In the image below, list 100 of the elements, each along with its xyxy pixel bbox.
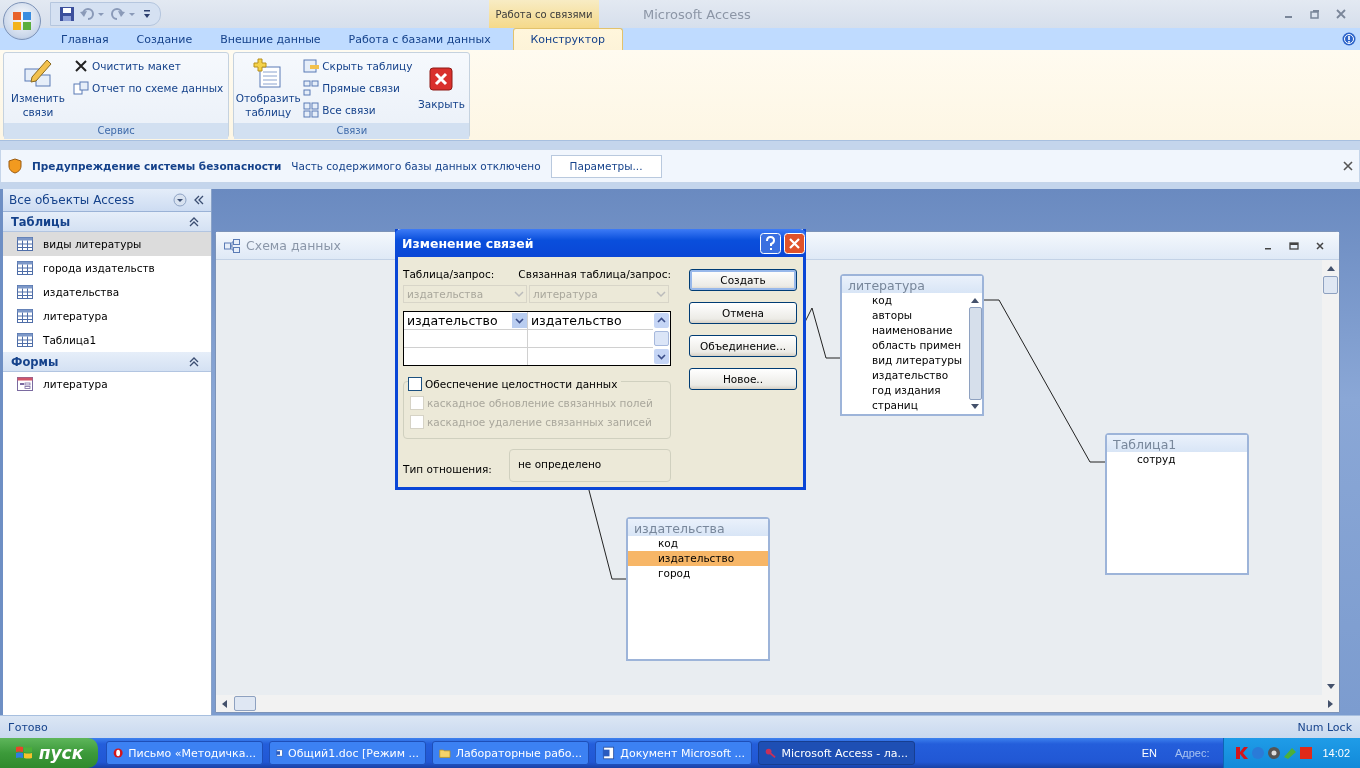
window-title: Схема данных	[246, 238, 341, 253]
field-item[interactable]: издательство	[842, 368, 968, 383]
ribbon-button[interactable]: Изменить связи	[7, 55, 69, 121]
shield-icon	[8, 158, 22, 174]
scroll-thumb[interactable]	[1323, 276, 1338, 294]
horizontal-scrollbar[interactable]	[216, 695, 1339, 712]
field-label: Таблица/запрос:	[403, 268, 496, 280]
ribbon-button[interactable]: Скрыть таблицу	[301, 55, 415, 77]
help-icon[interactable]	[1342, 32, 1356, 46]
table-title: Таблица1	[1107, 435, 1247, 452]
taskbar-button[interactable]: Лабораторные рабо...	[432, 741, 589, 765]
ribbon-tab[interactable]: Создание	[122, 28, 207, 50]
scrollbar[interactable]	[653, 312, 670, 365]
scroll-up-icon[interactable]	[970, 296, 980, 304]
close-icon[interactable]	[1315, 240, 1325, 251]
scroll-up-icon[interactable]	[654, 313, 669, 328]
dialog-button[interactable]: Объединение...	[689, 335, 797, 357]
options-button[interactable]: Параметры...	[550, 154, 662, 178]
collapse-icon[interactable]	[193, 194, 205, 206]
group-title: Связи	[234, 123, 470, 139]
field-item[interactable]: издательство	[628, 551, 768, 566]
nav-group-header[interactable]: Таблицы	[3, 212, 211, 232]
ribbon-button[interactable]: Очистить макет	[71, 55, 226, 77]
field-list[interactable]: издательства код издательство город	[626, 517, 770, 661]
customize-icon[interactable]	[142, 8, 152, 20]
field-item[interactable]: наименование	[842, 323, 968, 338]
field-item[interactable]: сотруд	[1107, 452, 1247, 467]
clear-icon	[73, 58, 89, 74]
maximize-icon[interactable]	[1289, 240, 1299, 251]
document-icon	[602, 745, 616, 761]
vertical-scrollbar[interactable]	[1322, 260, 1339, 695]
taskbar-button[interactable]: Microsoft Access - ла...	[758, 741, 915, 765]
window-title: Microsoft Access	[643, 6, 751, 22]
grid-cell[interactable]: издательство	[404, 312, 528, 329]
windows-logo	[14, 745, 33, 761]
dialog-button[interactable]: Новое..	[689, 368, 797, 390]
nav-group-header[interactable]: Формы	[3, 352, 211, 372]
scroll-thumb[interactable]	[654, 331, 669, 346]
ribbon-button[interactable]: Прямые связи	[301, 77, 415, 99]
ribbon-button[interactable]: Закрыть	[416, 55, 467, 113]
nav-item[interactable]: города издательств	[3, 256, 211, 280]
security-message: Часть содержимого базы данных отключено	[291, 160, 541, 172]
dialog-button[interactable]: Создать	[689, 269, 797, 291]
field-item[interactable]: авторы	[842, 308, 968, 323]
start-button[interactable]: пуск	[0, 738, 98, 768]
field-item[interactable]: вид литературы	[842, 353, 968, 368]
taskbar-button[interactable]: Общий1.doc [Режим ...	[269, 741, 426, 765]
nav-item[interactable]: издательства	[3, 280, 211, 304]
help-icon[interactable]	[760, 232, 781, 254]
relationships-icon	[224, 238, 240, 253]
ribbon-tab[interactable]: Работа с базами данных	[334, 28, 505, 50]
scroll-left-icon[interactable]	[220, 698, 228, 709]
table-icon	[17, 261, 33, 275]
nav-item[interactable]: Таблица1	[3, 328, 211, 352]
dropdown-icon[interactable]	[173, 193, 187, 207]
ribbon-button[interactable]: Отобразить таблицу	[237, 55, 300, 121]
num-lock-indicator: Num Lock	[1297, 720, 1352, 734]
dialog-title: Изменение связей	[401, 235, 534, 251]
field-item[interactable]: страниц	[842, 398, 968, 413]
relation-type-box: не определено	[509, 449, 671, 482]
field-item[interactable]: код	[842, 293, 968, 308]
ribbon-tab[interactable]: Внешние данные	[206, 28, 335, 50]
nav-item[interactable]: литература	[3, 304, 211, 328]
scroll-right-icon[interactable]	[1327, 698, 1335, 709]
table-title: литература	[842, 276, 982, 293]
field-list[interactable]: литература код авторы наименование область примен вид литературы издательство год издания страниц	[840, 274, 984, 416]
scroll-thumb[interactable]	[968, 307, 982, 400]
grid-cell[interactable]: издательство	[528, 312, 653, 329]
field-label: Связанная таблица/запрос:	[518, 268, 671, 280]
save-icon[interactable]	[59, 6, 75, 22]
field-item[interactable]: город	[628, 566, 768, 581]
field-list[interactable]: Таблица1 сотруд	[1105, 433, 1249, 575]
field-label: Тип отношения:	[403, 463, 491, 475]
table-icon	[17, 333, 33, 347]
ribbon-button[interactable]: Все связи	[301, 99, 415, 121]
dropdown-icon[interactable]	[512, 313, 527, 328]
context-tab-group: Работа со связями	[489, 0, 599, 28]
chevron-icon	[189, 356, 199, 367]
taskbar-button[interactable]: Документ Microsoft ...	[595, 741, 752, 765]
ribbon-tab[interactable]: Главная	[47, 28, 123, 50]
scroll-down-icon[interactable]	[654, 349, 669, 364]
field-item[interactable]: год издания	[842, 383, 968, 398]
scroll-up-icon[interactable]	[1325, 264, 1336, 272]
scroll-thumb[interactable]	[234, 696, 256, 711]
security-warning-title: Предупреждение системы безопасности	[32, 160, 282, 172]
checkbox[interactable]	[408, 376, 422, 391]
scroll-down-icon[interactable]	[1325, 683, 1336, 691]
restore-icon[interactable]	[1310, 9, 1320, 19]
scroll-down-icon[interactable]	[970, 403, 980, 411]
ribbon-tab[interactable]: Конструктор	[512, 28, 623, 50]
field-item[interactable]: код	[628, 536, 768, 551]
close-icon[interactable]	[1343, 161, 1353, 171]
navigation-pane-title: Все объекты Access	[9, 193, 136, 207]
field-item[interactable]: область примен	[842, 338, 968, 353]
dialog-button[interactable]: Отмена	[689, 302, 797, 324]
language-indicator[interactable]: EN	[1141, 747, 1157, 759]
nav-item[interactable]: литература	[3, 372, 211, 396]
nav-item[interactable]: виды литературы	[3, 232, 211, 256]
ribbon-button[interactable]: Отчет по схеме данных	[71, 77, 226, 99]
taskbar-button[interactable]: Письмо «Методичка...	[106, 741, 263, 765]
